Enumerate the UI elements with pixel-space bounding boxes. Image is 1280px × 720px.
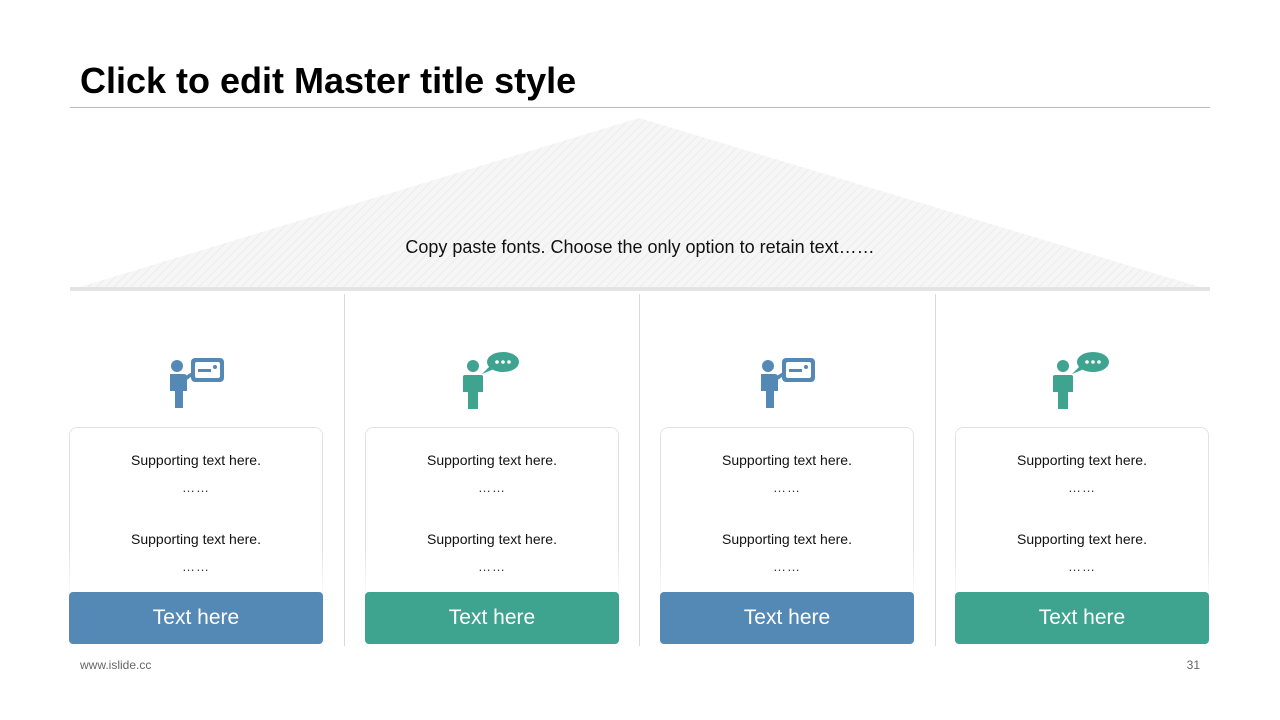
text-here-button[interactable]: Text here	[660, 592, 914, 644]
supporting-text[interactable]: Supporting text here.	[365, 452, 619, 468]
footer-url: www.islide.cc	[80, 658, 152, 672]
supporting-text[interactable]: Supporting text here.	[955, 531, 1209, 547]
slide: Click to edit Master title style Copy pa…	[0, 0, 1280, 720]
supporting-text[interactable]: Supporting text here.	[660, 452, 914, 468]
supporting-ellipsis: ……	[773, 480, 801, 495]
supporting-ellipsis: ……	[773, 559, 801, 574]
roof-triangle	[70, 118, 1210, 291]
text-here-button[interactable]: Text here	[365, 592, 619, 644]
page-number: 31	[1186, 658, 1200, 672]
column-4: Supporting text here. …… Supporting text…	[955, 294, 1209, 646]
title-divider	[70, 107, 1210, 108]
supporting-ellipsis: ……	[1068, 480, 1096, 495]
text-here-button[interactable]: Text here	[955, 592, 1209, 644]
supporting-ellipsis: ……	[1068, 559, 1096, 574]
supporting-text[interactable]: Supporting text here.	[69, 452, 323, 468]
column-3: Supporting text here. …… Supporting text…	[660, 294, 914, 646]
supporting-text[interactable]: Supporting text here.	[660, 531, 914, 547]
presenter-board-icon	[164, 352, 228, 412]
person-speech-bubble-icon	[1050, 352, 1114, 412]
column-divider	[344, 294, 345, 646]
presenter-board-icon	[755, 352, 819, 412]
column-divider	[639, 294, 640, 646]
text-here-button[interactable]: Text here	[69, 592, 323, 644]
supporting-ellipsis: ……	[478, 559, 506, 574]
roof-caption[interactable]: Copy paste fonts. Choose the only option…	[70, 237, 1210, 258]
supporting-text[interactable]: Supporting text here.	[69, 531, 323, 547]
supporting-text[interactable]: Supporting text here.	[955, 452, 1209, 468]
slide-title[interactable]: Click to edit Master title style	[80, 60, 576, 102]
person-speech-bubble-icon	[460, 352, 524, 412]
column-divider	[935, 294, 936, 646]
supporting-ellipsis: ……	[478, 480, 506, 495]
supporting-text[interactable]: Supporting text here.	[365, 531, 619, 547]
column-1: Supporting text here. …… Supporting text…	[69, 294, 323, 646]
supporting-ellipsis: ……	[182, 480, 210, 495]
supporting-ellipsis: ……	[182, 559, 210, 574]
column-2: Supporting text here. …… Supporting text…	[365, 294, 619, 646]
